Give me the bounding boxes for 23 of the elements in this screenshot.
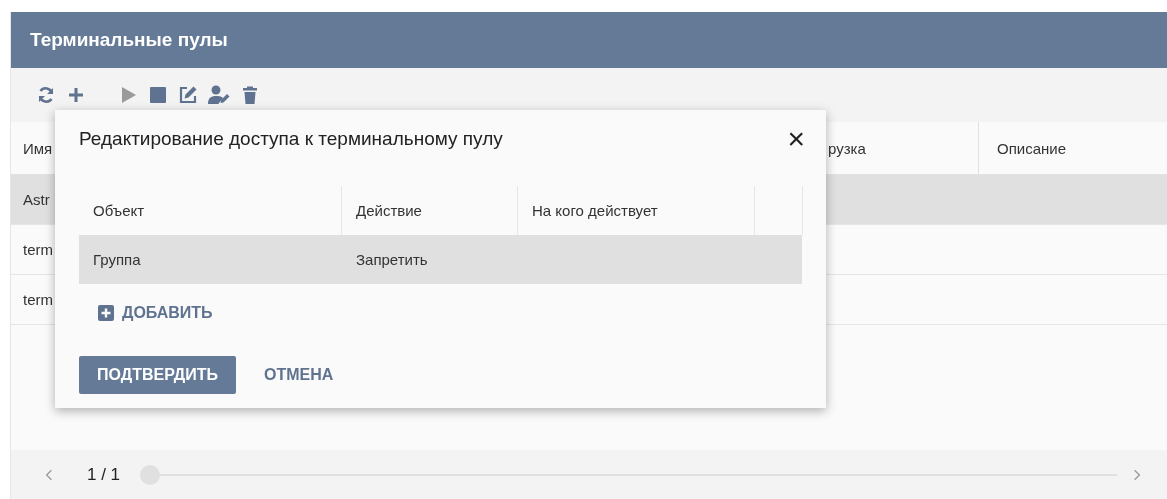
table-cell-text: Запретить xyxy=(355,250,429,270)
close-button[interactable]: × xyxy=(787,124,805,154)
column-header: Описание xyxy=(996,139,1067,157)
page-title: Терминальные пулы xyxy=(30,29,228,51)
stop-icon[interactable] xyxy=(148,85,168,105)
delete-icon[interactable] xyxy=(240,85,260,105)
plus-square-icon[interactable] xyxy=(98,305,114,321)
chevron-right-icon[interactable] xyxy=(1133,468,1141,481)
refresh-icon[interactable] xyxy=(36,85,56,105)
table-cell[interactable]: term xyxy=(11,225,55,274)
user-edit-icon[interactable] xyxy=(208,85,230,105)
add-icon[interactable] xyxy=(66,85,86,105)
dialog-title: Редактирование доступа к терминальному пулу xyxy=(79,128,503,150)
table-row[interactable]: Группа Запретить xyxy=(79,235,802,284)
table-cell-text: Группа xyxy=(92,250,142,270)
page-counter: 1 / 1 xyxy=(87,464,121,485)
confirm-button[interactable]: ПОДТВЕРДИТЬ xyxy=(79,356,236,394)
chevron-left-icon[interactable] xyxy=(45,468,53,481)
cancel-button[interactable]: ОТМЕНА xyxy=(263,366,334,384)
table-cell[interactable]: term xyxy=(11,275,55,324)
edit-icon[interactable] xyxy=(178,85,198,105)
column-header: Имя xyxy=(22,139,54,157)
add-button[interactable]: ДОБАВИТЬ xyxy=(98,304,213,322)
